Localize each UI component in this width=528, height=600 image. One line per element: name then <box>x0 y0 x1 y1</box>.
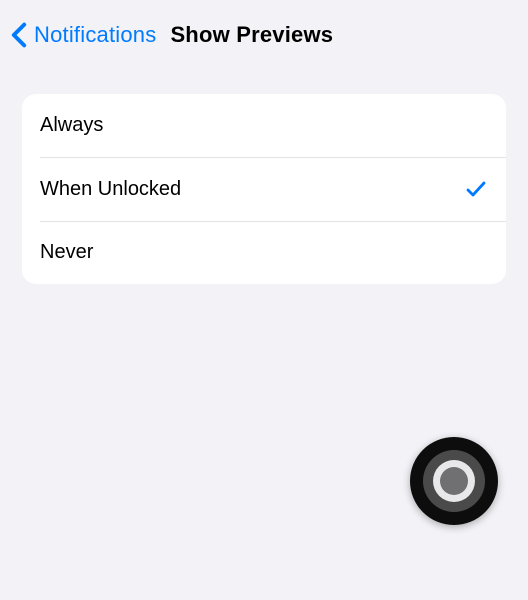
option-never[interactable]: Never <box>22 221 506 284</box>
assistive-touch-center <box>440 467 468 495</box>
options-list: Always When Unlocked Never <box>22 94 506 284</box>
option-when-unlocked[interactable]: When Unlocked <box>22 157 506 221</box>
option-label: Always <box>40 114 103 137</box>
back-button[interactable]: Notifications <box>34 22 156 48</box>
page-title: Show Previews <box>170 22 333 48</box>
assistive-touch-ring <box>423 450 485 512</box>
assistive-touch-button[interactable] <box>410 437 498 525</box>
chevron-left-icon[interactable] <box>10 22 30 48</box>
assistive-touch-ring <box>433 460 475 502</box>
option-label: Never <box>40 241 93 264</box>
nav-bar: Notifications Show Previews <box>0 0 528 66</box>
option-label: When Unlocked <box>40 178 181 201</box>
checkmark-icon <box>464 177 488 201</box>
option-always[interactable]: Always <box>22 94 506 157</box>
